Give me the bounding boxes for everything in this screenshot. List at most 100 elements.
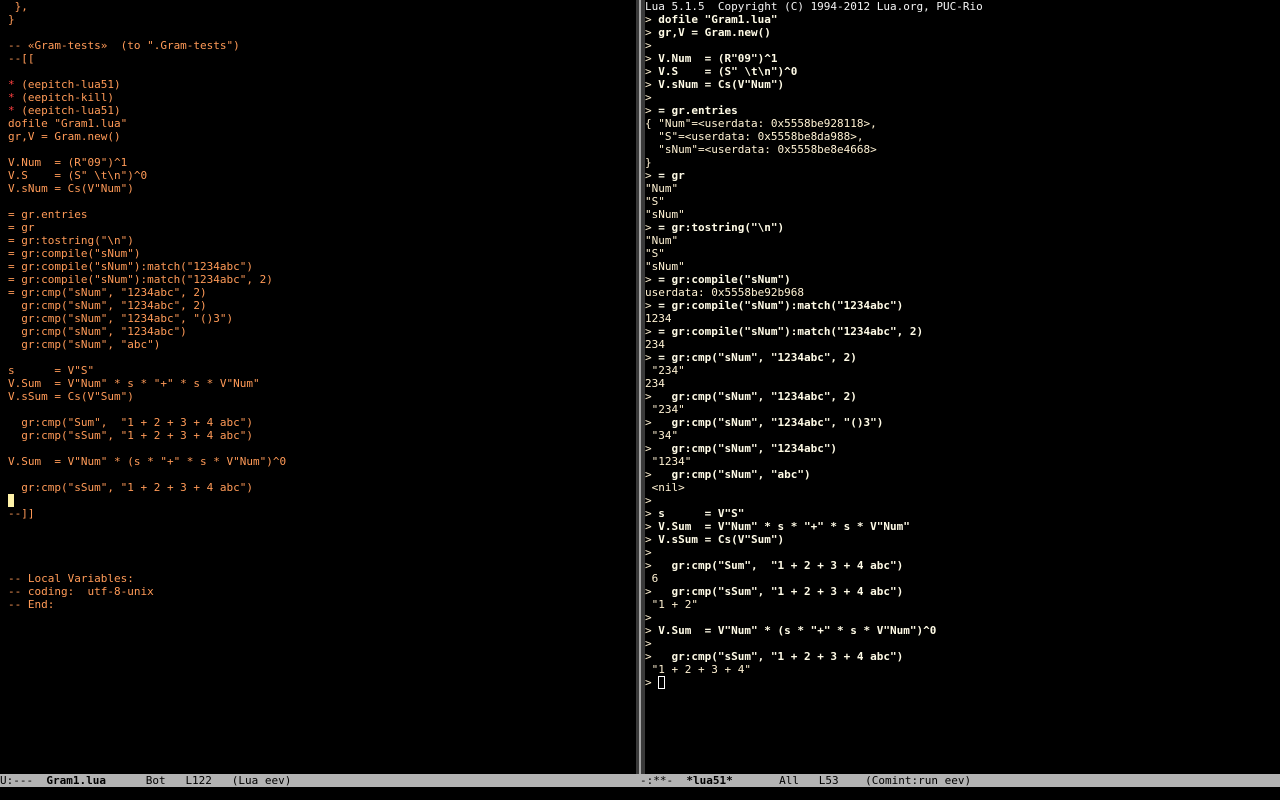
buffer-line[interactable]: > = gr:tostring("\n") xyxy=(645,221,1280,234)
buffer-line[interactable]: > xyxy=(645,637,1280,650)
buffer-line[interactable]: > xyxy=(645,676,1280,689)
buffer-line[interactable]: gr:cmp("sSum", "1 + 2 + 3 + 4 abc") xyxy=(8,429,636,442)
buffer-line[interactable]: "S" xyxy=(645,247,1280,260)
buffer-line[interactable]: = gr:compile("sNum"):match("1234abc") xyxy=(8,260,636,273)
buffer-line[interactable]: userdata: 0x5558be92b968 xyxy=(645,286,1280,299)
buffer-line[interactable]: > = gr.entries xyxy=(645,104,1280,117)
buffer-line[interactable]: > gr,V = Gram.new() xyxy=(645,26,1280,39)
buffer-line[interactable]: = gr xyxy=(8,221,636,234)
buffer-line[interactable]: "Num" xyxy=(645,234,1280,247)
buffer-line[interactable]: 1234 xyxy=(645,312,1280,325)
buffer-line[interactable] xyxy=(8,494,636,507)
buffer-line[interactable]: "1 + 2 + 3 + 4" xyxy=(645,663,1280,676)
buffer-line[interactable]: gr:cmp("sNum", "abc") xyxy=(8,338,636,351)
buffer-line[interactable]: > xyxy=(645,91,1280,104)
buffer-line[interactable] xyxy=(8,403,636,416)
buffer-line[interactable]: > = gr:compile("sNum") xyxy=(645,273,1280,286)
buffer-line[interactable]: > V.S = (S" \t\n")^0 xyxy=(645,65,1280,78)
buffer-line[interactable] xyxy=(8,442,636,455)
buffer-line[interactable]: = gr:compile("sNum") xyxy=(8,247,636,260)
buffer-line[interactable]: 6 xyxy=(645,572,1280,585)
buffer-line[interactable]: gr:cmp("sSum", "1 + 2 + 3 + 4 abc") xyxy=(8,481,636,494)
buffer-line[interactable]: * (eepitch-lua51) xyxy=(8,104,636,117)
buffer-line[interactable]: }, xyxy=(8,0,636,13)
buffer-line[interactable]: > = gr:compile("sNum"):match("1234abc") xyxy=(645,299,1280,312)
buffer-line[interactable]: > gr:cmp("Sum", "1 + 2 + 3 + 4 abc") xyxy=(645,559,1280,572)
buffer-line[interactable] xyxy=(8,26,636,39)
buffer-line[interactable] xyxy=(8,468,636,481)
buffer-line[interactable]: * (eepitch-lua51) xyxy=(8,78,636,91)
buffer-line[interactable]: > = gr xyxy=(645,169,1280,182)
buffer-line[interactable]: -- «Gram-tests» (to ".Gram-tests") xyxy=(8,39,636,52)
buffer-line[interactable]: gr,V = Gram.new() xyxy=(8,130,636,143)
buffer-line[interactable]: gr:cmp("sNum", "1234abc", 2) xyxy=(8,299,636,312)
buffer-line[interactable]: V.Sum = V"Num" * s * "+" * s * V"Num" xyxy=(8,377,636,390)
buffer-line[interactable]: > V.Sum = V"Num" * s * "+" * s * V"Num" xyxy=(645,520,1280,533)
buffer-line[interactable]: "sNum" xyxy=(645,260,1280,273)
buffer-line[interactable]: <nil> xyxy=(645,481,1280,494)
buffer-line[interactable]: V.S = (S" \t\n")^0 xyxy=(8,169,636,182)
buffer-line[interactable]: "Num" xyxy=(645,182,1280,195)
right-window-lua51-repl[interactable]: Lua 5.1.5 Copyright (C) 1994-2012 Lua.or… xyxy=(645,0,1280,774)
buffer-line[interactable]: = gr:compile("sNum"):match("1234abc", 2) xyxy=(8,273,636,286)
buffer-line[interactable]: --[[ xyxy=(8,52,636,65)
left-buffer-text[interactable]: },} -- «Gram-tests» (to ".Gram-tests") --[… xyxy=(8,0,636,611)
buffer-line[interactable]: "1 + 2" xyxy=(645,598,1280,611)
buffer-line[interactable]: "234" xyxy=(645,364,1280,377)
buffer-line[interactable]: > gr:cmp("sNum", "1234abc") xyxy=(645,442,1280,455)
buffer-line[interactable]: } xyxy=(645,156,1280,169)
buffer-line[interactable]: -- Local Variables: xyxy=(8,572,636,585)
buffer-line[interactable]: > = gr:compile("sNum"):match("1234abc", … xyxy=(645,325,1280,338)
buffer-line[interactable]: > gr:cmp("sNum", "1234abc", 2) xyxy=(645,390,1280,403)
buffer-line[interactable]: > xyxy=(645,611,1280,624)
buffer-line[interactable]: > gr:cmp("sSum", "1 + 2 + 3 + 4 abc") xyxy=(645,585,1280,598)
buffer-line[interactable]: > xyxy=(645,39,1280,52)
buffer-line[interactable]: > V.Num = (R"09")^1 xyxy=(645,52,1280,65)
buffer-line[interactable] xyxy=(8,143,636,156)
buffer-line[interactable]: > xyxy=(645,494,1280,507)
buffer-line[interactable] xyxy=(8,559,636,572)
buffer-line[interactable] xyxy=(8,520,636,533)
left-modeline-buffer-name[interactable]: Gram1.lua xyxy=(46,774,106,787)
buffer-line[interactable]: > xyxy=(645,546,1280,559)
buffer-line[interactable]: > gr:cmp("sNum", "1234abc", "()3") xyxy=(645,416,1280,429)
buffer-line[interactable]: "34" xyxy=(645,429,1280,442)
buffer-line[interactable]: -- coding: utf-8-unix xyxy=(8,585,636,598)
buffer-line[interactable]: "S" xyxy=(645,195,1280,208)
buffer-line[interactable]: s = V"S" xyxy=(8,364,636,377)
buffer-line[interactable]: { "Num"=<userdata: 0x5558be928118>, xyxy=(645,117,1280,130)
buffer-line[interactable]: V.sSum = Cs(V"Sum") xyxy=(8,390,636,403)
buffer-line[interactable]: * (eepitch-kill) xyxy=(8,91,636,104)
buffer-line[interactable]: Lua 5.1.5 Copyright (C) 1994-2012 Lua.or… xyxy=(645,0,1280,13)
buffer-line[interactable]: V.Num = (R"09")^1 xyxy=(8,156,636,169)
left-modeline[interactable]: U:--- Gram1.lua Bot L122 (Lua eev) xyxy=(0,774,640,787)
buffer-line[interactable]: "sNum"=<userdata: 0x5558be8e4668> xyxy=(645,143,1280,156)
buffer-line[interactable]: gr:cmp("sNum", "1234abc", "()3") xyxy=(8,312,636,325)
buffer-line[interactable]: gr:cmp("sNum", "1234abc") xyxy=(8,325,636,338)
buffer-line[interactable]: > s = V"S" xyxy=(645,507,1280,520)
right-buffer-text[interactable]: Lua 5.1.5 Copyright (C) 1994-2012 Lua.or… xyxy=(645,0,1280,689)
buffer-line[interactable]: 234 xyxy=(645,377,1280,390)
buffer-line[interactable]: = gr:tostring("\n") xyxy=(8,234,636,247)
minibuffer[interactable] xyxy=(0,787,1280,800)
buffer-line[interactable] xyxy=(8,195,636,208)
buffer-line[interactable]: > = gr:cmp("sNum", "1234abc", 2) xyxy=(645,351,1280,364)
buffer-line[interactable]: > gr:cmp("sSum", "1 + 2 + 3 + 4 abc") xyxy=(645,650,1280,663)
buffer-line[interactable]: V.sNum = Cs(V"Num") xyxy=(8,182,636,195)
buffer-line[interactable]: "S"=<userdata: 0x5558be8da988>, xyxy=(645,130,1280,143)
buffer-line[interactable]: -- End: xyxy=(8,598,636,611)
right-modeline[interactable]: -:**- *lua51* All L53 (Comint:run eev) xyxy=(640,774,1280,787)
buffer-line[interactable]: dofile "Gram1.lua" xyxy=(8,117,636,130)
buffer-line[interactable] xyxy=(8,65,636,78)
buffer-line[interactable]: V.Sum = V"Num" * (s * "+" * s * V"Num")^… xyxy=(8,455,636,468)
buffer-line[interactable]: "234" xyxy=(645,403,1280,416)
buffer-line[interactable]: gr:cmp("Sum", "1 + 2 + 3 + 4 abc") xyxy=(8,416,636,429)
buffer-line[interactable]: --]] xyxy=(8,507,636,520)
buffer-line[interactable]: > V.sNum = Cs(V"Num") xyxy=(645,78,1280,91)
buffer-line[interactable]: 234 xyxy=(645,338,1280,351)
buffer-line[interactable]: > dofile "Gram1.lua" xyxy=(645,13,1280,26)
right-modeline-buffer-name[interactable]: *lua51* xyxy=(686,774,732,787)
buffer-line[interactable] xyxy=(8,351,636,364)
left-window-gram1-lua[interactable]: },} -- «Gram-tests» (to ".Gram-tests") --[… xyxy=(0,0,636,774)
buffer-line[interactable]: = gr.entries xyxy=(8,208,636,221)
